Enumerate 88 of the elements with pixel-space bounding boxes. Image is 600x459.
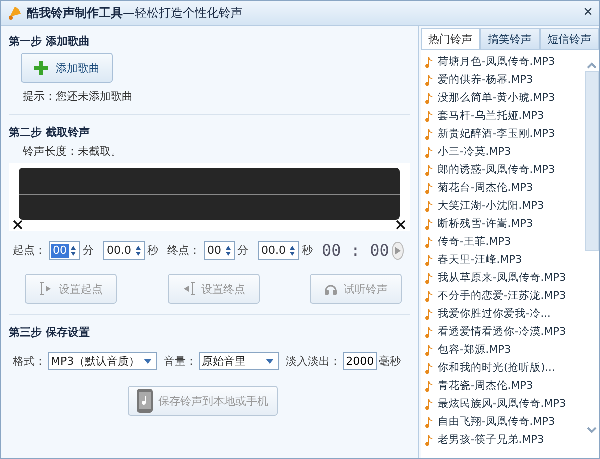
music-note-icon [425,254,433,266]
hint-text: 提示：您还未添加歌曲 [23,89,134,104]
volume-label: 音量： [164,354,198,368]
music-note-icon [425,200,433,212]
ringtone-item[interactable]: 自由飞翔-凤凰传奇.MP3 [425,413,585,431]
music-note-icon [425,398,433,410]
section-heading: 第一步 添加歌曲 [9,34,91,49]
unit-label: 毫秒 [379,354,402,368]
ringtone-item[interactable]: 春天里-汪峰.MP3 [425,251,585,269]
unit-label: 分 [238,243,248,258]
music-note-icon [425,74,433,86]
spin-field[interactable]: 00.0 [258,241,299,260]
music-note-icon [425,236,433,248]
music-note-icon [425,416,433,428]
spin-field[interactable]: 00 [49,241,80,260]
window-title: 酷我铃声制作工具—轻松打造个性化铃声 [27,4,244,22]
volume-dropdown[interactable]: 原始音里 [199,352,280,370]
ringtone-item[interactable]: 最炫民族风-凤凰传奇.MP3 [425,395,585,413]
play-icon [395,246,402,254]
tab[interactable]: 搞笑铃声 [480,28,540,49]
music-note-icon [425,362,433,374]
format-dropdown[interactable]: MP3（默认音质） [48,352,158,370]
music-note-icon [425,128,433,140]
tab[interactable]: 热门铃声 [421,28,480,49]
music-note-icon [425,164,433,176]
length-text: 铃声长度：未截取。 [23,144,123,159]
music-note-icon [425,290,433,302]
point-label: 终点： [168,243,200,258]
music-note-icon [425,326,433,338]
music-note-icon [425,182,433,194]
spin-arrows-icon[interactable] [134,244,142,256]
music-note-icon [425,56,433,68]
music-note-icon [425,344,433,356]
dropdown-arrow-icon [266,358,274,364]
ringtone-item[interactable]: 青花瓷-周杰伦.MP3 [425,377,585,395]
spin-arrows-icon[interactable] [224,244,232,256]
fade-input[interactable]: 2000 [343,352,378,370]
ringtone-item[interactable]: 老男孩-筷子兄弟.MP3 [425,431,585,449]
tab[interactable]: 短信铃声 [540,28,599,49]
section-heading: 第二步 截取铃声 [9,125,91,140]
spin-field[interactable]: 00.0 [103,241,144,260]
point-label: 起点： [13,243,46,258]
fade-label: 淡入淡出： [286,354,342,368]
music-note-icon [425,380,433,392]
ringtone-item[interactable]: 菊花台-周杰伦.MP3 [425,179,585,197]
spin-field[interactable]: 00 [204,241,234,260]
play-button[interactable] [392,242,404,260]
ringtone-item[interactable]: 爱的供养-杨幂.MP3 [425,71,585,89]
ringtone-item[interactable]: 小三-冷莫.MP3 [425,143,585,161]
music-note-icon [425,110,433,122]
add-song-button[interactable]: 添加歌曲 [21,53,113,83]
time-display: 00 : 00 [322,241,390,260]
ringtone-item[interactable]: 不分手的恋爱-汪苏泷.MP3 [425,287,585,305]
music-note-icon [425,308,433,320]
spin-arrows-icon[interactable] [70,244,77,256]
format-label: 格式： [13,354,46,368]
ringtone-item[interactable]: 郎的诱惑-凤凰传奇.MP3 [425,161,585,179]
unit-label: 分 [83,243,94,258]
scroll-down-icon[interactable] [587,427,597,434]
music-note-icon [425,92,433,104]
spin-arrows-icon[interactable] [289,244,296,256]
scroll-up-icon[interactable] [587,62,597,69]
ringtone-item[interactable]: 断桥残雪-许嵩.MP3 [425,215,585,233]
music-note-icon [425,272,433,284]
music-note-icon [425,434,433,446]
scrollbar-thumb[interactable] [585,71,599,251]
music-note-icon [425,146,433,158]
ringtone-item[interactable]: 你和我的时光(抢听版)... [425,359,585,377]
ringtone-item[interactable]: 没那么简单-黄小琥.MP3 [425,89,585,107]
ringtone-item[interactable]: 大笑江湖-小沈阳.MP3 [425,197,585,215]
music-note-icon [425,218,433,230]
ringtone-item[interactable]: 套马杆-乌兰托娅.MP3 [425,107,585,125]
unit-label: 秒 [148,243,158,258]
end-marker-icon [182,282,196,296]
start-marker-icon [39,282,53,296]
ringtone-item[interactable]: 看透爱情看透你-冷漠.MP3 [425,323,585,341]
section-heading: 第三步 保存设置 [9,325,91,340]
dropdown-arrow-icon [144,358,152,364]
plus-icon [34,61,48,75]
ringtone-item[interactable]: 传奇-王菲.MP3 [425,233,585,251]
ringtone-item[interactable]: 荷塘月色-凤凰传奇.MP3 [425,53,585,71]
phone-icon [136,389,152,413]
ringtone-item[interactable]: 包容-郑源.MP3 [425,341,585,359]
ringtone-item[interactable]: 我从草原来-凤凰传奇.MP3 [425,269,585,287]
ringtone-item[interactable]: 我爱你胜过你爱我-冷... [425,305,585,323]
close-button[interactable]: × [584,4,593,22]
unit-label: 秒 [302,243,313,258]
ringtone-item[interactable]: 新贵妃醉酒-李玉刚.MP3 [425,125,585,143]
